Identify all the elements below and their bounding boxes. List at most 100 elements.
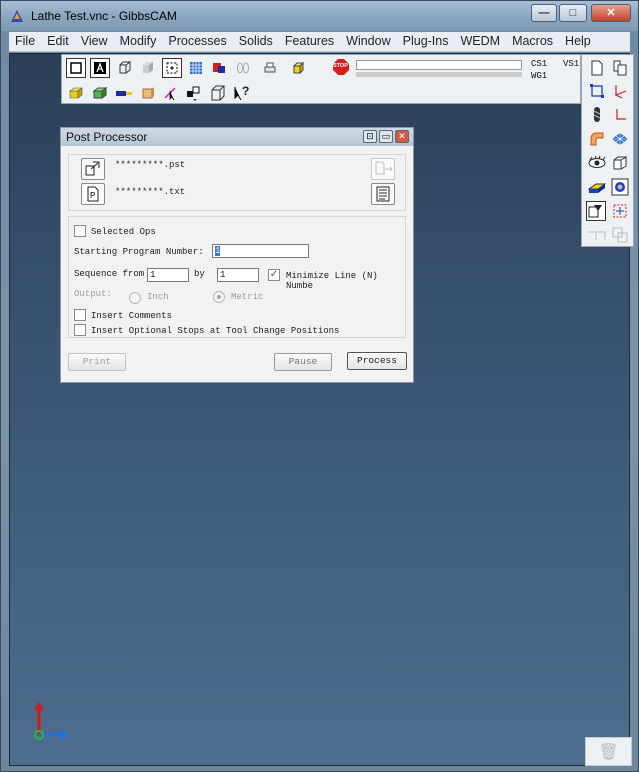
main-window: Lathe Test.vnc - GibbsCAM — □ ✕ File Edit… xyxy=(0,0,639,772)
process-button[interactable]: Process xyxy=(347,352,407,370)
new-document-icon[interactable] xyxy=(587,58,607,78)
insert-comments-checkbox[interactable] xyxy=(74,309,86,321)
color-shape-icon[interactable] xyxy=(209,58,229,78)
minimize-line-checkbox[interactable]: ✓ xyxy=(268,269,280,281)
boundary-box-icon[interactable] xyxy=(587,81,607,101)
link-files-button[interactable] xyxy=(371,158,395,180)
progress-bar-secondary xyxy=(356,72,522,77)
stop-button[interactable]: STOP xyxy=(331,57,351,77)
trash-button[interactable]: 🗑 xyxy=(585,737,632,766)
outline-cube-icon[interactable] xyxy=(610,153,630,173)
yellow-cube-icon[interactable] xyxy=(289,58,309,78)
menu-file[interactable]: File xyxy=(9,32,41,51)
menu-wedm[interactable]: WEDM xyxy=(454,32,506,51)
render-settings-icon[interactable] xyxy=(610,177,630,197)
select-output-file-button[interactable]: P xyxy=(81,183,105,205)
menu-modify[interactable]: Modify xyxy=(114,32,163,51)
coordinate-system-label[interactable]: CS1 xyxy=(531,59,547,69)
green-solid-icon[interactable] xyxy=(90,83,110,103)
menu-processes[interactable]: Processes xyxy=(162,32,232,51)
menu-window[interactable]: Window xyxy=(340,32,396,51)
post-processor-dialog: Post Processor ⊡ ▭ ✕ *********.pst P ***… xyxy=(60,127,414,383)
pin-icon: ⊡ xyxy=(366,131,374,141)
minimize-icon: — xyxy=(538,7,550,19)
blue-solid-icon[interactable] xyxy=(587,177,607,197)
sequence-from-label: Sequence from xyxy=(74,269,145,279)
window-title: Lathe Test.vnc - GibbsCAM xyxy=(31,9,177,23)
close-window-button[interactable]: ✕ xyxy=(591,4,631,22)
metric-radio[interactable] xyxy=(213,291,225,303)
view-set-label[interactable]: VS1 xyxy=(563,59,579,69)
red-grid-icon[interactable] xyxy=(610,201,630,221)
insert-optional-stops-checkbox[interactable] xyxy=(74,324,86,336)
view-output-button[interactable] xyxy=(371,183,395,205)
sequence-by-input[interactable]: 1 xyxy=(217,268,259,282)
menu-features[interactable]: Features xyxy=(279,32,340,51)
progress-bar xyxy=(356,60,522,70)
inch-radio[interactable] xyxy=(129,292,141,304)
select-region-icon[interactable] xyxy=(162,58,182,78)
dialog-close-button[interactable]: ✕ xyxy=(395,130,409,143)
disabled-tool-a-icon xyxy=(587,225,607,245)
files-group: *********.pst P *********.txt xyxy=(68,154,406,211)
surface-mesh-icon[interactable] xyxy=(610,129,630,149)
maximize-button[interactable]: □ xyxy=(559,4,587,22)
select-post-button[interactable] xyxy=(81,158,105,180)
txt-file-name: *********.txt xyxy=(115,187,186,197)
dialog-title-bar[interactable]: Post Processor ⊡ ▭ ✕ xyxy=(61,128,413,146)
text-tool-icon[interactable] xyxy=(90,58,110,78)
tool-holder-icon[interactable] xyxy=(114,83,134,103)
copy-document-icon[interactable] xyxy=(610,58,630,78)
shaded-cube-icon[interactable] xyxy=(138,58,158,78)
axes-corner-icon[interactable] xyxy=(610,105,630,125)
view-frame-icon[interactable] xyxy=(66,58,86,78)
mill-tool-icon[interactable] xyxy=(587,105,607,125)
inch-label: Inch xyxy=(147,292,169,302)
pause-button[interactable]: Pause xyxy=(274,353,332,371)
selected-ops-label: Selected Ops xyxy=(91,227,156,237)
pst-file-name: *********.pst xyxy=(115,160,186,170)
eye-view-icon[interactable] xyxy=(587,153,607,173)
menu-plug-ins[interactable]: Plug-Ins xyxy=(397,32,455,51)
printer-icon[interactable] xyxy=(260,58,280,78)
starting-program-value: 1 xyxy=(215,246,221,256)
post-process-icon[interactable] xyxy=(586,201,606,221)
help-pointer-icon[interactable]: ? xyxy=(232,83,252,103)
minimize-icon: ▭ xyxy=(381,131,391,141)
menu-help[interactable]: Help xyxy=(559,32,597,51)
cylinder-icon[interactable] xyxy=(233,58,253,78)
close-icon: ✕ xyxy=(398,131,406,141)
yellow-grid-solid-icon[interactable] xyxy=(66,83,86,103)
wireframe-cube-icon[interactable] xyxy=(115,58,135,78)
print-button[interactable]: Print xyxy=(68,353,126,371)
select-arrow-icon[interactable] xyxy=(160,83,180,103)
selected-ops-checkbox[interactable] xyxy=(74,225,86,237)
work-group-label[interactable]: WG1 xyxy=(531,71,547,81)
contour-op-icon[interactable] xyxy=(587,129,607,149)
dialog-pin-button[interactable]: ⊡ xyxy=(363,130,377,143)
stop-icon: STOP xyxy=(333,63,348,69)
starting-program-input[interactable]: 1 xyxy=(212,244,309,258)
minimize-button[interactable]: — xyxy=(531,4,557,22)
sequence-from-value: 1 xyxy=(150,270,156,280)
disabled-tool-b-icon xyxy=(610,225,630,245)
grid-snap-icon[interactable] xyxy=(186,58,206,78)
dialog-title: Post Processor xyxy=(66,130,148,144)
insert-optional-stops-label: Insert Optional Stops at Tool Change Pos… xyxy=(91,326,340,336)
side-toolbar xyxy=(581,54,634,247)
title-bar[interactable]: Lathe Test.vnc - GibbsCAM — □ ✕ xyxy=(1,1,638,31)
menu-view[interactable]: View xyxy=(75,32,114,51)
menu-bar: File Edit View Modify Processes Solids Feature… xyxy=(9,32,630,52)
move-parts-icon[interactable] xyxy=(183,83,203,103)
menu-macros[interactable]: Macros xyxy=(506,32,559,51)
trash-icon: 🗑 xyxy=(598,743,619,761)
sequence-from-input[interactable]: 1 xyxy=(147,268,189,282)
dialog-minimize-button[interactable]: ▭ xyxy=(379,130,393,143)
gibbscam-app-icon xyxy=(9,8,25,24)
output-label: Output: xyxy=(74,289,112,299)
stock-icon[interactable] xyxy=(138,83,158,103)
menu-edit[interactable]: Edit xyxy=(41,32,75,51)
menu-solids[interactable]: Solids xyxy=(233,32,279,51)
transform-icon[interactable] xyxy=(208,83,228,103)
axes-red-icon[interactable] xyxy=(610,81,630,101)
